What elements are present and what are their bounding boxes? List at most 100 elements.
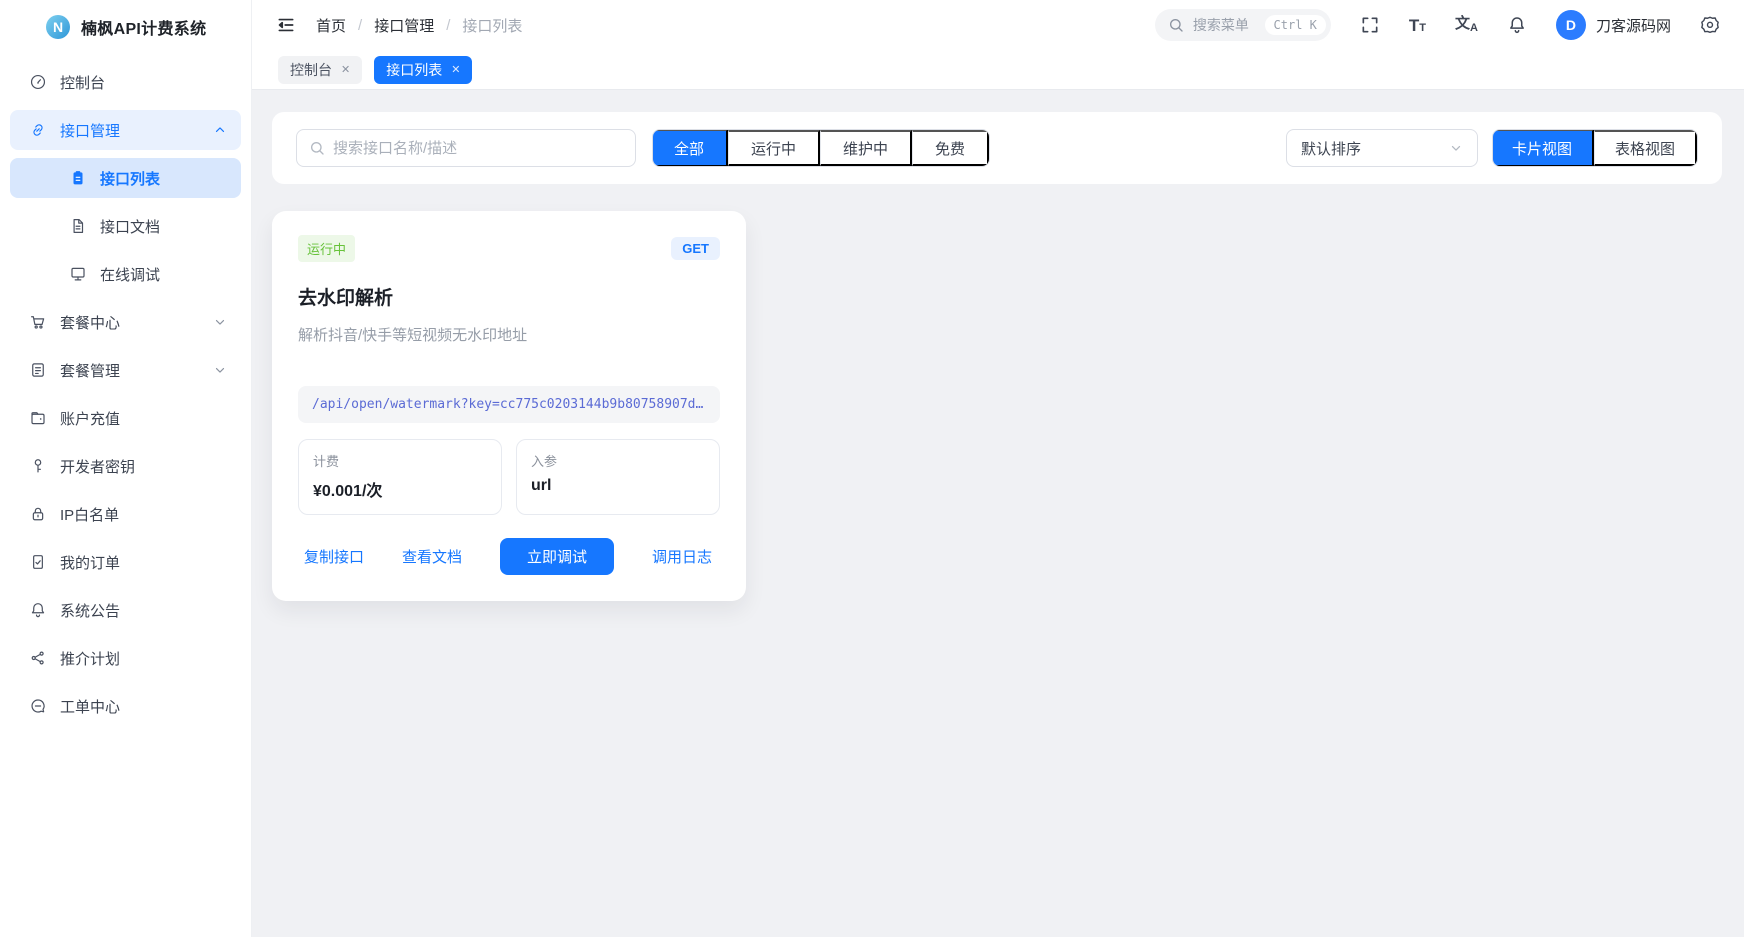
sidebar-item-package-center[interactable]: 套餐中心 xyxy=(10,302,241,342)
sidebar-item-label: 套餐管理 xyxy=(60,360,120,381)
sidebar-item-label: 工单中心 xyxy=(60,696,120,717)
user-avatar: D xyxy=(1556,10,1586,40)
menu-fold-icon[interactable] xyxy=(276,15,296,35)
api-search-field[interactable] xyxy=(296,129,636,167)
close-icon[interactable] xyxy=(451,63,460,76)
tab-api-list[interactable]: 接口列表 xyxy=(374,56,472,84)
chat-bubble-icon xyxy=(29,697,47,715)
sort-selected-value: 默认排序 xyxy=(1301,138,1361,159)
sidebar-item-account-recharge[interactable]: 账户充值 xyxy=(10,398,241,438)
breadcrumb-separator: / xyxy=(446,17,450,34)
tab-label: 控制台 xyxy=(290,60,332,80)
filter-all-button[interactable]: 全部 xyxy=(652,129,728,167)
toolbar-right-group: 默认排序 卡片视图 表格视图 xyxy=(1286,129,1698,167)
sidebar-item-label: 控制台 xyxy=(60,72,105,93)
breadcrumb: 首页 / 接口管理 / 接口列表 xyxy=(316,15,522,36)
breadcrumb-separator: / xyxy=(358,17,362,34)
app-title: 楠枫API计费系统 xyxy=(81,15,206,39)
font-size-icon[interactable] xyxy=(1409,17,1426,34)
sidebar-item-package-management[interactable]: 套餐管理 xyxy=(10,350,241,390)
list-document-icon xyxy=(29,361,47,379)
api-info-row: 计费 ¥0.001/次 入参 url xyxy=(298,439,720,515)
api-endpoint-url[interactable]: /api/open/watermark?key=cc775c0203144b9b… xyxy=(298,386,720,423)
tab-dashboard[interactable]: 控制台 xyxy=(278,56,362,84)
search-icon xyxy=(1168,17,1184,33)
open-tabs-bar: 控制台 接口列表 xyxy=(252,50,1744,90)
lock-icon xyxy=(29,505,47,523)
sort-dropdown[interactable]: 默认排序 xyxy=(1286,129,1478,167)
status-filter-group: 全部 运行中 维护中 免费 xyxy=(652,129,990,167)
menu-search-button[interactable]: 搜索菜单 Ctrl K xyxy=(1155,9,1331,41)
table-view-button[interactable]: 表格视图 xyxy=(1594,130,1697,166)
sidebar-item-label: 我的订单 xyxy=(60,552,120,573)
sidebar-item-ticket-center[interactable]: 工单中心 xyxy=(10,686,241,726)
api-card-header: 运行中 GET xyxy=(298,235,720,262)
api-card: 运行中 GET 去水印解析 解析抖音/快手等短视频无水印地址 /api/open… xyxy=(272,211,746,601)
sidebar-item-my-orders[interactable]: 我的订单 xyxy=(10,542,241,582)
cart-icon xyxy=(29,313,47,331)
sidebar-item-label: 推介计划 xyxy=(60,648,120,669)
dashboard-icon xyxy=(29,73,47,91)
sidebar: N 楠枫API计费系统 控制台 接口管理 接口列表 接口文档 在线调试 套餐中心 xyxy=(0,0,252,937)
notification-bell-icon[interactable] xyxy=(1507,15,1527,35)
order-check-icon xyxy=(29,553,47,571)
breadcrumb-api-management[interactable]: 接口管理 xyxy=(374,15,434,36)
content-area: 全部 运行中 维护中 免费 默认排序 卡片视图 表格视图 运行中 GET xyxy=(252,90,1744,937)
fullscreen-icon[interactable] xyxy=(1360,15,1380,35)
share-icon xyxy=(29,649,47,667)
params-label: 入参 xyxy=(531,451,705,470)
search-icon xyxy=(309,140,325,156)
filter-free-button[interactable]: 免费 xyxy=(912,130,989,166)
user-menu[interactable]: D 刀客源码网 xyxy=(1556,10,1671,40)
filter-maintenance-button[interactable]: 维护中 xyxy=(820,130,912,166)
sidebar-item-api-management[interactable]: 接口管理 xyxy=(10,110,241,150)
api-search-input[interactable] xyxy=(333,140,623,157)
sidebar-item-label: 套餐中心 xyxy=(60,312,120,333)
sidebar-item-label: IP白名单 xyxy=(60,504,119,525)
api-link-icon xyxy=(29,121,47,139)
settings-gear-icon[interactable] xyxy=(1700,15,1720,35)
sidebar-item-label: 账户充值 xyxy=(60,408,120,429)
breadcrumb-current: 接口列表 xyxy=(462,15,522,36)
monitor-icon xyxy=(69,265,87,283)
api-card-actions: 复制接口 查看文档 立即调试 调用日志 xyxy=(298,538,720,575)
breadcrumb-home[interactable]: 首页 xyxy=(316,15,346,36)
view-docs-button[interactable]: 查看文档 xyxy=(402,546,462,567)
view-toggle-group: 卡片视图 表格视图 xyxy=(1492,129,1698,167)
header-actions: 搜索菜单 Ctrl K D 刀客源码网 xyxy=(1155,9,1720,41)
chevron-up-icon xyxy=(213,123,227,137)
call-logs-button[interactable]: 调用日志 xyxy=(652,546,712,567)
http-method-badge: GET xyxy=(671,237,720,260)
sidebar-item-online-debug[interactable]: 在线调试 xyxy=(10,254,241,294)
sidebar-item-label: 接口管理 xyxy=(60,120,120,141)
sidebar-item-system-announcements[interactable]: 系统公告 xyxy=(10,590,241,630)
api-description: 解析抖音/快手等短视频无水印地址 xyxy=(298,324,720,345)
sidebar-item-label: 在线调试 xyxy=(100,264,160,285)
sidebar-item-label: 开发者密钥 xyxy=(60,456,135,477)
sidebar-item-referral-program[interactable]: 推介计划 xyxy=(10,638,241,678)
card-view-button[interactable]: 卡片视图 xyxy=(1492,129,1594,167)
main-area: 首页 / 接口管理 / 接口列表 搜索菜单 Ctrl K D 刀客源码网 xyxy=(252,0,1744,937)
sidebar-item-ip-whitelist[interactable]: IP白名单 xyxy=(10,494,241,534)
user-name: 刀客源码网 xyxy=(1596,15,1671,36)
filter-running-button[interactable]: 运行中 xyxy=(728,130,820,166)
key-icon xyxy=(29,457,47,475)
sidebar-item-api-docs[interactable]: 接口文档 xyxy=(10,206,241,246)
chevron-down-icon xyxy=(1449,141,1463,155)
sidebar-item-label: 接口文档 xyxy=(100,216,160,237)
pricing-value: ¥0.001/次 xyxy=(313,477,487,501)
chevron-down-icon xyxy=(213,315,227,329)
app-logo: N 楠枫API计费系统 xyxy=(0,0,251,54)
translate-icon[interactable] xyxy=(1455,16,1478,34)
sidebar-item-label: 接口列表 xyxy=(100,168,160,189)
sidebar-item-api-list[interactable]: 接口列表 xyxy=(10,158,241,198)
sidebar-item-developer-keys[interactable]: 开发者密钥 xyxy=(10,446,241,486)
debug-now-button[interactable]: 立即调试 xyxy=(500,538,614,575)
menu-search-label: 搜索菜单 xyxy=(1193,15,1256,35)
copy-api-button[interactable]: 复制接口 xyxy=(304,546,364,567)
search-shortcut-badge: Ctrl K xyxy=(1265,15,1326,35)
sidebar-item-dashboard[interactable]: 控制台 xyxy=(10,62,241,102)
params-info-box: 入参 url xyxy=(516,439,720,515)
close-icon[interactable] xyxy=(341,63,350,76)
sidebar-item-label: 系统公告 xyxy=(60,600,120,621)
